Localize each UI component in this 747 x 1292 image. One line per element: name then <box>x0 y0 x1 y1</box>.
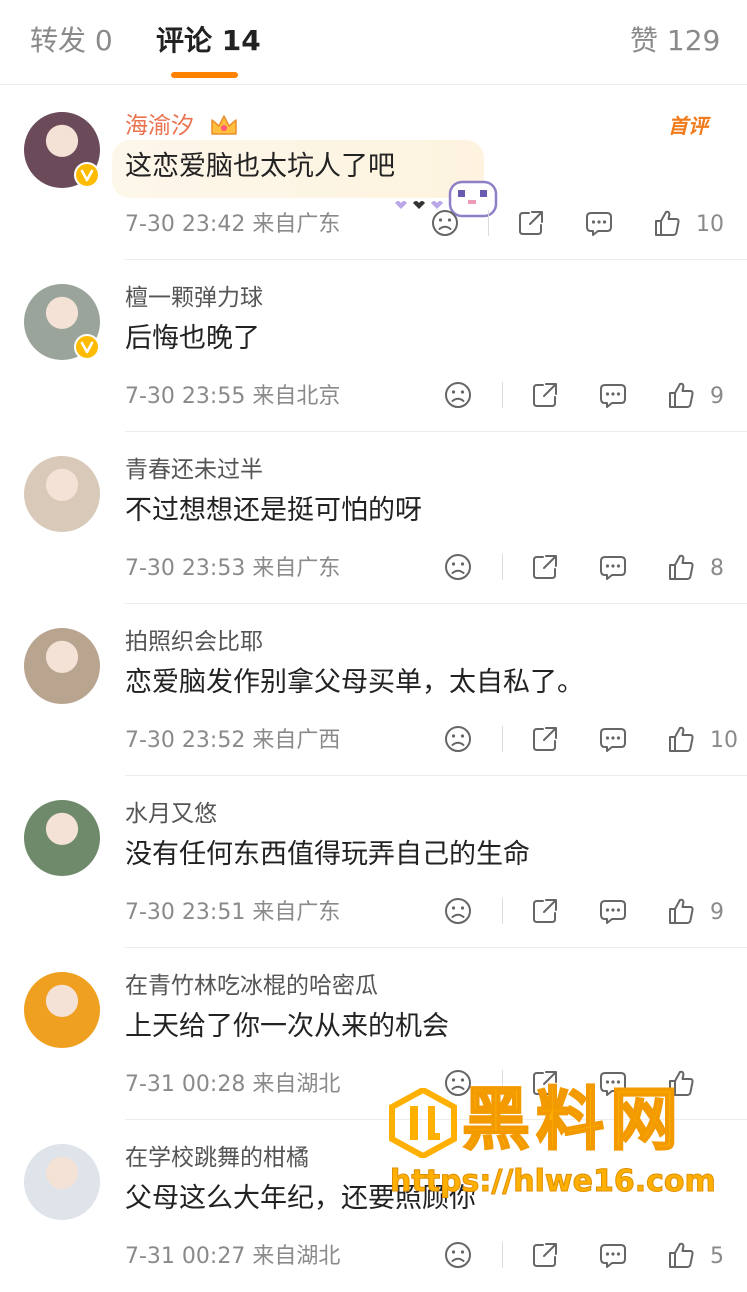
active-tab-indicator <box>171 72 238 78</box>
watermark-title: 黑料网 <box>461 1080 685 1161</box>
comment-text: 不过想想还是挺可怕的呀 <box>125 495 422 526</box>
comment-author[interactable]: 在青竹林吃冰棍的哈密瓜 <box>125 970 378 1002</box>
like-count: 9 <box>710 900 724 925</box>
comment-time: 7-30 23:55 <box>125 384 246 409</box>
action-separator <box>502 554 503 580</box>
like-icon[interactable] <box>652 208 682 238</box>
comment-author[interactable]: 海渝汐 <box>125 110 194 142</box>
comment-time: 7-31 00:28 <box>125 1072 246 1097</box>
comment-location: 来自湖北 <box>252 1072 341 1097</box>
comment-meta: 7-30 23:55 来自北京 <box>125 382 340 412</box>
comment-location: 来自广东 <box>252 556 341 581</box>
crown-icon <box>211 115 237 135</box>
comment-author[interactable]: 拍照织会比耶 <box>125 626 263 658</box>
verified-badge-icon <box>74 162 100 188</box>
like-icon[interactable] <box>666 552 696 582</box>
comment-author[interactable]: 青春还未过半 <box>125 454 263 486</box>
comment-time: 7-30 23:51 <box>125 900 246 925</box>
share-icon[interactable] <box>530 552 560 582</box>
like-icon[interactable] <box>666 896 696 926</box>
comment-text: 上天给了你一次从来的机会 <box>125 1011 449 1042</box>
share-icon[interactable] <box>530 896 560 926</box>
comment-meta: 7-30 23:53 来自广东 <box>125 554 340 584</box>
reply-icon[interactable] <box>598 552 628 582</box>
comment-item: 水月又悠没有任何东西值得玩弄自己的生命 7-30 23:51 来自广东 9 <box>0 776 747 948</box>
share-icon[interactable] <box>530 1240 560 1270</box>
comment-text: 后悔也晚了 <box>125 323 260 354</box>
avatar[interactable] <box>24 456 100 532</box>
avatar[interactable] <box>24 628 100 704</box>
comment-location: 来自广东 <box>252 900 341 925</box>
action-separator <box>502 898 503 924</box>
comment-item: 檀一颗弹力球 后悔也晚了 7-30 23:55 来自北京 9 <box>0 260 747 432</box>
comment-author[interactable]: 檀一颗弹力球 <box>125 282 263 314</box>
share-icon[interactable] <box>530 724 560 754</box>
like-icon[interactable] <box>666 724 696 754</box>
action-separator <box>502 1242 503 1268</box>
comment-time: 7-30 23:42 <box>125 212 246 237</box>
share-icon[interactable] <box>516 208 546 238</box>
first-comment-badge: 首评 <box>668 114 708 138</box>
comment-meta: 7-30 23:51 来自广东 <box>125 898 340 928</box>
dislike-icon[interactable] <box>443 896 473 926</box>
comment-location: 来自北京 <box>252 384 341 409</box>
action-separator <box>502 726 503 752</box>
like-icon[interactable] <box>666 1240 696 1270</box>
dislike-icon[interactable] <box>443 1240 473 1270</box>
comment-meta: 7-31 00:27 来自湖北 <box>125 1242 340 1272</box>
tab-likes[interactable]: 赞 129 <box>630 22 720 60</box>
comment-time: 7-31 00:27 <box>125 1244 246 1269</box>
like-count: 8 <box>710 556 724 581</box>
comment-text: 恋爱脑发作别拿父母买单，太自私了。 <box>125 667 584 698</box>
like-count: 5 <box>710 1244 724 1269</box>
verified-badge-icon <box>74 334 100 360</box>
reply-icon[interactable] <box>598 380 628 410</box>
avatar[interactable] <box>24 972 100 1048</box>
comment-meta: 7-31 00:28 来自湖北 <box>125 1070 340 1100</box>
comment-meta: 7-30 23:42 来自广东 <box>125 210 340 240</box>
like-count: 10 <box>696 212 724 237</box>
comment-meta: 7-30 23:52 来自广西 <box>125 726 340 756</box>
reply-icon[interactable] <box>584 208 614 238</box>
avatar[interactable] <box>24 1144 100 1220</box>
comment-tabs: 转发 0 评论 14 赞 129 <box>0 0 747 85</box>
action-separator <box>502 382 503 408</box>
like-icon[interactable] <box>666 380 696 410</box>
tab-comments[interactable]: 评论 14 <box>156 22 261 60</box>
like-count: 9 <box>710 384 724 409</box>
dislike-icon[interactable] <box>443 724 473 754</box>
tab-reposts[interactable]: 转发 0 <box>30 22 113 60</box>
like-count: 10 <box>710 728 738 753</box>
reply-icon[interactable] <box>598 1240 628 1270</box>
comment-author[interactable]: 在学校跳舞的柑橘 <box>125 1142 309 1174</box>
comment-time: 7-30 23:53 <box>125 556 246 581</box>
dislike-icon[interactable] <box>443 552 473 582</box>
watermark-logo-icon <box>389 1088 457 1158</box>
avatar[interactable] <box>24 800 100 876</box>
comment-author[interactable]: 水月又悠 <box>125 798 217 830</box>
comment-item: 海渝汐 首评这恋爱脑也太坑人了吧 7-30 23:42 来自广东 10 <box>0 88 747 260</box>
action-separator <box>488 210 489 236</box>
reply-icon[interactable] <box>598 896 628 926</box>
comment-text: 这恋爱脑也太坑人了吧 <box>125 151 395 182</box>
reply-icon[interactable] <box>598 724 628 754</box>
watermark-url: https://hlwe16.com <box>390 1164 717 1200</box>
comment-item: 青春还未过半不过想想还是挺可怕的呀 7-30 23:53 来自广东 8 <box>0 432 747 604</box>
comment-location: 来自广东 <box>252 212 341 237</box>
comment-text: 没有任何东西值得玩弄自己的生命 <box>125 839 530 870</box>
comment-location: 来自广西 <box>252 728 341 753</box>
comment-time: 7-30 23:52 <box>125 728 246 753</box>
share-icon[interactable] <box>530 380 560 410</box>
comment-item: 拍照织会比耶恋爱脑发作别拿父母买单，太自私了。 7-30 23:52 来自广西 10 <box>0 604 747 776</box>
dislike-icon[interactable] <box>430 208 460 238</box>
comment-location: 来自湖北 <box>252 1244 341 1269</box>
dislike-icon[interactable] <box>443 380 473 410</box>
